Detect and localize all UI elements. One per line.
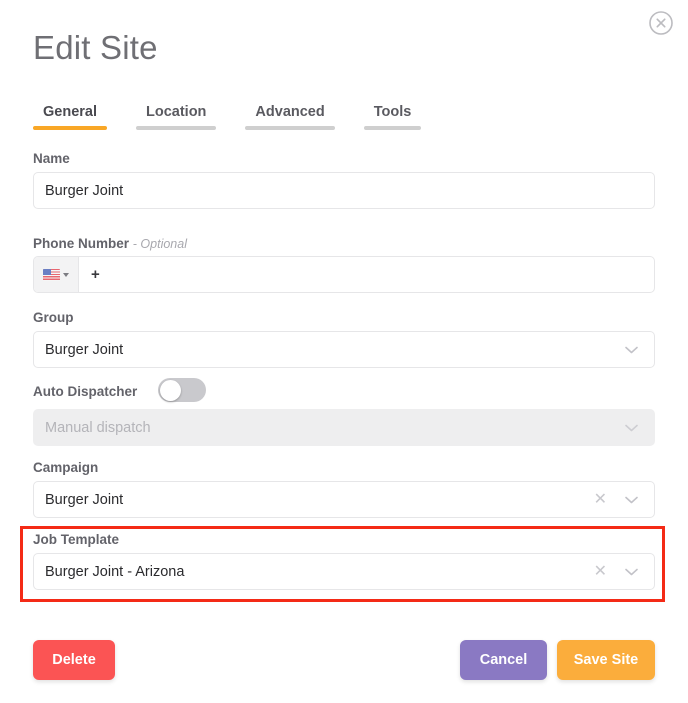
group-select-value: Burger Joint <box>45 341 124 358</box>
name-input[interactable]: Burger Joint <box>33 172 655 209</box>
chevron-down-icon[interactable] <box>625 568 638 576</box>
tab-advanced-label: Advanced <box>255 104 325 120</box>
close-circle-icon <box>648 10 674 36</box>
tab-location[interactable]: Location <box>136 104 217 130</box>
phone-label-text: Phone Number <box>33 236 130 251</box>
save-site-button[interactable]: Save Site <box>557 640 655 680</box>
phone-optional-note: - Optional <box>132 237 187 251</box>
dispatch-mode-icons <box>625 424 654 432</box>
group-label: Group <box>33 310 74 325</box>
close-modal-button[interactable] <box>646 8 676 38</box>
tab-general-label: General <box>43 104 97 120</box>
chevron-down-icon <box>63 272 69 277</box>
job-template-select-icons: ✕ <box>594 563 654 580</box>
name-label: Name <box>33 151 70 166</box>
tab-advanced-underline <box>245 126 335 130</box>
dispatch-mode-select: Manual dispatch <box>33 409 655 446</box>
clear-icon[interactable]: ✕ <box>594 491 607 508</box>
toggle-knob <box>159 379 181 401</box>
tab-general-underline <box>33 126 107 130</box>
clear-icon[interactable]: ✕ <box>594 563 607 580</box>
campaign-select-value: Burger Joint <box>45 491 124 508</box>
phone-input-value <box>100 257 654 292</box>
cancel-button[interactable]: Cancel <box>460 640 547 680</box>
auto-dispatcher-label: Auto Dispatcher <box>33 384 138 399</box>
tab-location-underline <box>136 126 217 130</box>
campaign-select-icons: ✕ <box>594 491 654 508</box>
edit-site-modal: Edit Site General Location Advanced Tool… <box>0 0 688 703</box>
tab-location-label: Location <box>146 104 207 120</box>
tab-general[interactable]: General <box>33 104 107 130</box>
chevron-down-icon <box>625 424 638 431</box>
job-template-label: Job Template <box>33 532 120 547</box>
group-select-icons <box>625 346 654 354</box>
us-flag-icon <box>43 268 60 281</box>
campaign-label: Campaign <box>33 460 99 475</box>
campaign-select[interactable]: Burger Joint ✕ <box>33 481 655 518</box>
country-code-select[interactable] <box>34 257 79 292</box>
chevron-down-icon[interactable] <box>625 346 638 354</box>
chevron-down-icon[interactable] <box>625 496 638 504</box>
delete-button[interactable]: Delete <box>33 640 115 680</box>
phone-prefix: + <box>91 266 100 283</box>
phone-label: Phone Number - Optional <box>33 236 187 251</box>
page-title: Edit Site <box>33 29 158 66</box>
group-select[interactable]: Burger Joint <box>33 331 655 368</box>
auto-dispatcher-toggle[interactable] <box>158 378 206 402</box>
dispatch-mode-value: Manual dispatch <box>45 419 151 436</box>
tab-tools[interactable]: Tools <box>363 104 422 130</box>
tab-bar: General Location Advanced Tools <box>33 104 450 130</box>
tab-advanced[interactable]: Advanced <box>245 104 335 130</box>
name-input-value: Burger Joint <box>45 182 124 199</box>
tab-tools-underline <box>363 126 422 130</box>
job-template-select-value: Burger Joint - Arizona <box>45 563 185 580</box>
phone-input-group[interactable]: + <box>33 256 655 293</box>
job-template-select[interactable]: Burger Joint - Arizona ✕ <box>33 553 655 590</box>
tab-tools-label: Tools <box>373 104 412 120</box>
